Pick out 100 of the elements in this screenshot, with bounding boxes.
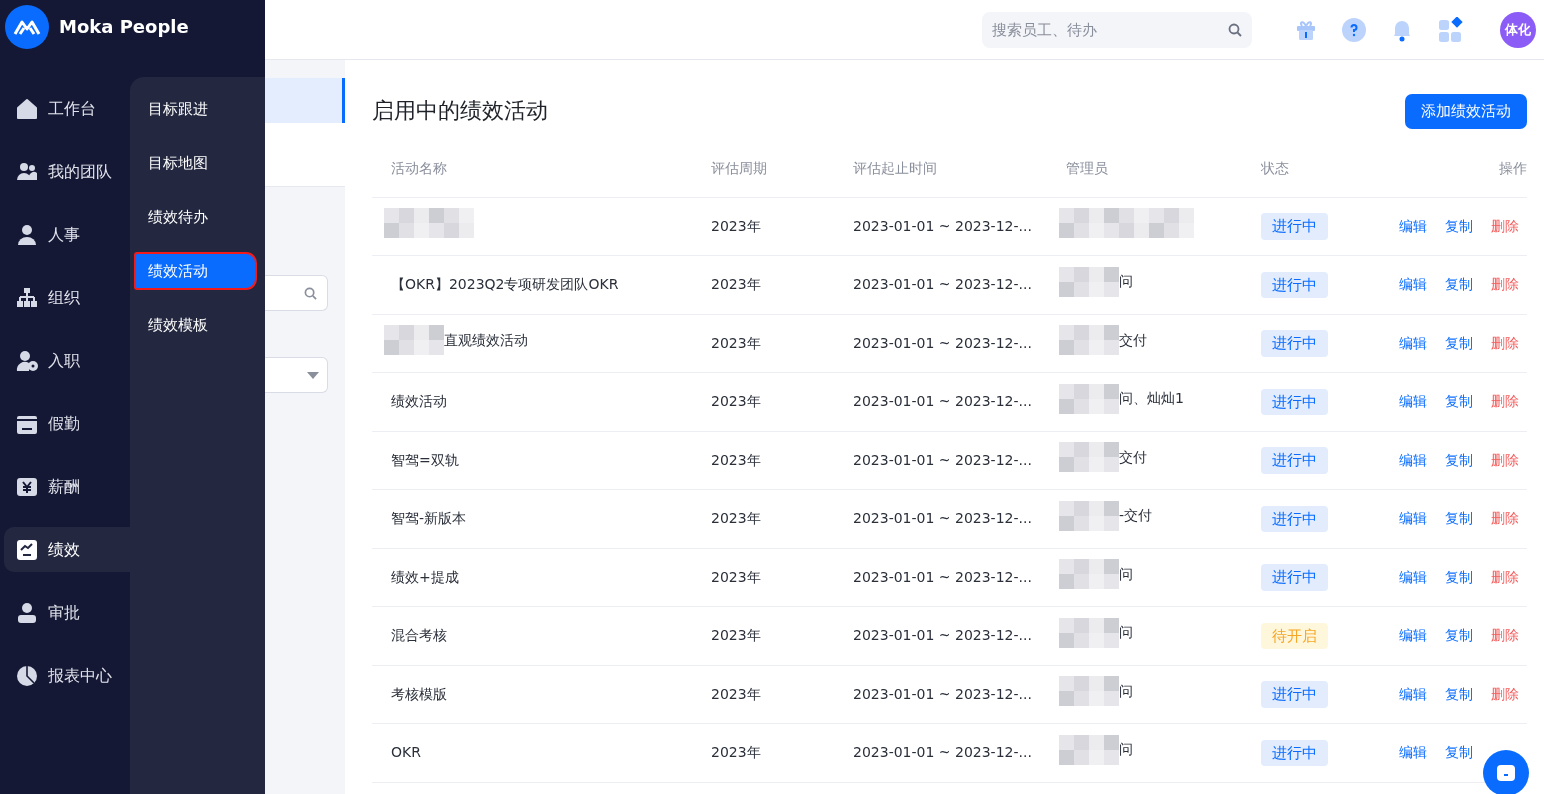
user-avatar[interactable]: 体化	[1500, 11, 1536, 48]
delete-link[interactable]: 删除	[1491, 451, 1519, 468]
person-add-icon	[16, 349, 38, 372]
nav-item[interactable]: 绩效	[4, 527, 130, 572]
copy-link[interactable]: 复制	[1445, 451, 1473, 468]
nav-item[interactable]: 报表中心	[4, 653, 130, 698]
date-range-text: 2023-01-01 ~ 2023-12-...	[853, 451, 1032, 468]
date-range-text: 2023-01-01 ~ 2023-12-...	[853, 334, 1032, 351]
delete-link[interactable]: 删除	[1491, 510, 1519, 527]
period-text: 2023年	[711, 276, 761, 293]
chat-icon	[1497, 765, 1515, 781]
delete-link[interactable]: 删除	[1491, 334, 1519, 351]
delete-link[interactable]: 删除	[1491, 393, 1519, 410]
edit-link[interactable]: 编辑	[1399, 276, 1427, 293]
submenu-item[interactable]: 绩效模板	[135, 307, 256, 343]
nav-item[interactable]: 人事	[4, 212, 130, 257]
person-icon	[16, 601, 38, 624]
search-icon	[304, 286, 317, 300]
status-tag: 进行中	[1261, 564, 1328, 591]
nav-item[interactable]: 审批	[4, 590, 130, 635]
date-range-text: 2023-01-01 ~ 2023-12-...	[853, 627, 1032, 644]
delete-link[interactable]: 删除	[1491, 217, 1519, 234]
selected-list-item[interactable]	[265, 78, 345, 123]
admin-name: 问	[1119, 623, 1133, 643]
help-icon[interactable]	[1342, 17, 1366, 42]
submenu-item[interactable]: 目标跟进	[135, 91, 256, 127]
copy-link[interactable]: 复制	[1445, 744, 1473, 761]
delete-link[interactable]: 删除	[1491, 276, 1519, 293]
delete-link[interactable]: 删除	[1491, 627, 1519, 644]
status-tag: 进行中	[1261, 330, 1328, 357]
status-tag: 进行中	[1261, 388, 1328, 415]
nav-item[interactable]: 假勤	[4, 401, 130, 446]
delete-link[interactable]: 删除	[1491, 685, 1519, 702]
edit-link[interactable]: 编辑	[1399, 334, 1427, 351]
caret-icon	[307, 371, 319, 379]
copy-link[interactable]: 复制	[1445, 685, 1473, 702]
team-icon	[16, 160, 38, 183]
person-icon	[16, 223, 38, 246]
nav-item[interactable]: 工作台	[4, 86, 130, 131]
period-text: 2023年	[711, 217, 761, 234]
column-header: 状态	[1261, 159, 1289, 176]
delete-link[interactable]: 删除	[1491, 568, 1519, 585]
admin-name: 问	[1119, 740, 1133, 760]
edit-link[interactable]: 编辑	[1399, 627, 1427, 644]
submenu-item[interactable]: 绩效待办	[135, 199, 256, 235]
admin-name: 问	[1119, 272, 1133, 292]
admin-name: 问	[1119, 681, 1133, 701]
activity-name: OKR	[391, 743, 421, 763]
copy-link[interactable]: 复制	[1445, 393, 1473, 410]
admin-name: 问	[1119, 564, 1133, 584]
submenu-item[interactable]: 目标地图	[135, 145, 256, 181]
home-icon	[16, 97, 38, 120]
period-text: 2023年	[711, 744, 761, 761]
copy-link[interactable]: 复制	[1445, 217, 1473, 234]
date-range-text: 2023-01-01 ~ 2023-12-...	[853, 510, 1032, 527]
admin-name: 交付	[1119, 447, 1147, 467]
search-field[interactable]: 搜索员工、待办	[982, 11, 1252, 48]
status-tag: 进行中	[1261, 447, 1328, 474]
date-range-text: 2023-01-01 ~ 2023-12-...	[853, 276, 1032, 293]
submenu-item[interactable]: 绩效活动	[135, 253, 256, 289]
apps-icon[interactable]	[1438, 16, 1464, 43]
edit-link[interactable]: 编辑	[1399, 744, 1427, 761]
column-header: 评估周期	[711, 159, 767, 176]
add-activity-button[interactable]: 添加绩效活动	[1405, 94, 1527, 129]
period-text: 2023年	[711, 568, 761, 585]
nav-item[interactable]: 薪酬	[4, 464, 130, 509]
search-icon	[1228, 22, 1242, 37]
admin-name: 交付	[1119, 330, 1147, 350]
date-range-text: 2023-01-01 ~ 2023-12-...	[853, 217, 1032, 234]
nav-item[interactable]: 组织	[4, 275, 130, 320]
copy-link[interactable]: 复制	[1445, 276, 1473, 293]
filter-search-field[interactable]	[265, 275, 328, 311]
period-text: 2023年	[711, 685, 761, 702]
edit-link[interactable]: 编辑	[1399, 217, 1427, 234]
nav-item[interactable]: 入职	[4, 338, 130, 383]
edit-link[interactable]: 编辑	[1399, 685, 1427, 702]
status-tag: 进行中	[1261, 681, 1328, 708]
date-range-text: 2023-01-01 ~ 2023-12-...	[853, 744, 1032, 761]
period-text: 2023年	[711, 451, 761, 468]
copy-link[interactable]: 复制	[1445, 627, 1473, 644]
edit-link[interactable]: 编辑	[1399, 451, 1427, 468]
chat-button[interactable]	[1483, 750, 1529, 794]
column-header: 管理员	[1066, 159, 1108, 176]
copy-link[interactable]: 复制	[1445, 334, 1473, 351]
date-range-text: 2023-01-01 ~ 2023-12-...	[853, 568, 1032, 585]
status-tag: 进行中	[1261, 271, 1328, 298]
admin-name: -交付	[1119, 506, 1153, 526]
page-title: 启用中的绩效活动	[372, 98, 548, 125]
copy-link[interactable]: 复制	[1445, 568, 1473, 585]
brand-name: Moka People	[59, 15, 189, 39]
edit-link[interactable]: 编辑	[1399, 393, 1427, 410]
logo-icon	[5, 5, 49, 49]
edit-link[interactable]: 编辑	[1399, 568, 1427, 585]
activity-name: 绩效+提成	[391, 567, 459, 587]
status-tag: 进行中	[1261, 505, 1328, 532]
pie-chart-icon	[16, 664, 38, 687]
copy-link[interactable]: 复制	[1445, 510, 1473, 527]
nav-item[interactable]: 我的团队	[4, 149, 130, 194]
column-header: 评估起止时间	[853, 159, 937, 176]
edit-link[interactable]: 编辑	[1399, 510, 1427, 527]
